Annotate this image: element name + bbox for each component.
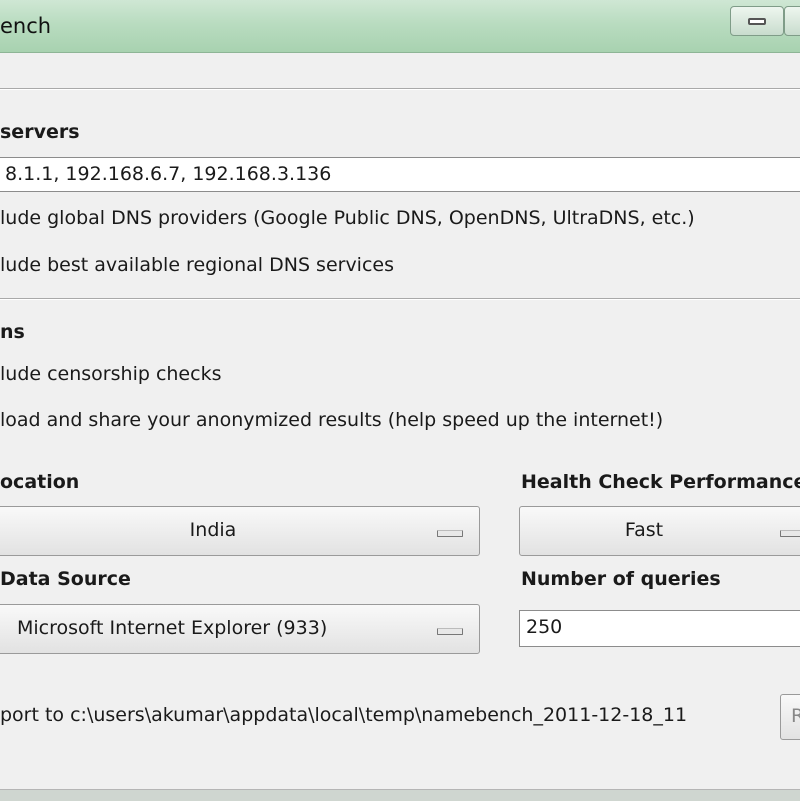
separator	[0, 298, 800, 300]
queries-value: 250	[526, 616, 563, 638]
location-dropdown[interactable]: India	[0, 506, 480, 556]
window-title: ench	[0, 14, 52, 38]
location-heading: ocation	[0, 471, 80, 493]
minimize-icon	[748, 18, 766, 25]
data-source-value: Microsoft Internet Explorer (933)	[17, 617, 328, 639]
options-heading: ns	[0, 321, 25, 343]
health-check-heading: Health Check Performance	[521, 471, 800, 493]
nameservers-heading: servers	[0, 121, 80, 143]
start-button-label: R	[791, 705, 800, 727]
upload-results-checkbox[interactable]: load and share your anonymized results (…	[0, 409, 663, 431]
data-source-dropdown[interactable]: Microsoft Internet Explorer (933)	[0, 604, 480, 654]
dropdown-arrow-icon	[437, 530, 463, 537]
include-global-dns-checkbox[interactable]: lude global DNS providers (Google Public…	[0, 207, 695, 229]
window-bottom-border	[0, 789, 800, 801]
health-check-value: Fast	[624, 519, 664, 541]
dropdown-arrow-icon	[780, 530, 800, 537]
censorship-checks-checkbox[interactable]: lude censorship checks	[0, 363, 221, 385]
start-button[interactable]: R	[780, 694, 800, 740]
maximize-button[interactable]	[784, 6, 800, 36]
minimize-button[interactable]	[730, 6, 784, 36]
queries-input[interactable]: 250	[519, 610, 800, 647]
location-value: India	[189, 519, 237, 541]
report-path-checkbox[interactable]: port to c:\users\akumar\appdata\local\te…	[0, 704, 687, 726]
nameservers-value: 8.1.1, 192.168.6.7, 192.168.3.136	[5, 163, 332, 185]
separator	[0, 88, 800, 90]
queries-heading: Number of queries	[521, 568, 721, 590]
data-source-heading: Data Source	[0, 568, 131, 590]
include-regional-dns-checkbox[interactable]: lude best available regional DNS service…	[0, 254, 394, 276]
nameservers-input[interactable]: 8.1.1, 192.168.6.7, 192.168.3.136	[0, 157, 800, 192]
title-bar: ench	[0, 0, 800, 53]
dropdown-arrow-icon	[437, 628, 463, 635]
health-check-dropdown[interactable]: Fast	[519, 506, 800, 556]
